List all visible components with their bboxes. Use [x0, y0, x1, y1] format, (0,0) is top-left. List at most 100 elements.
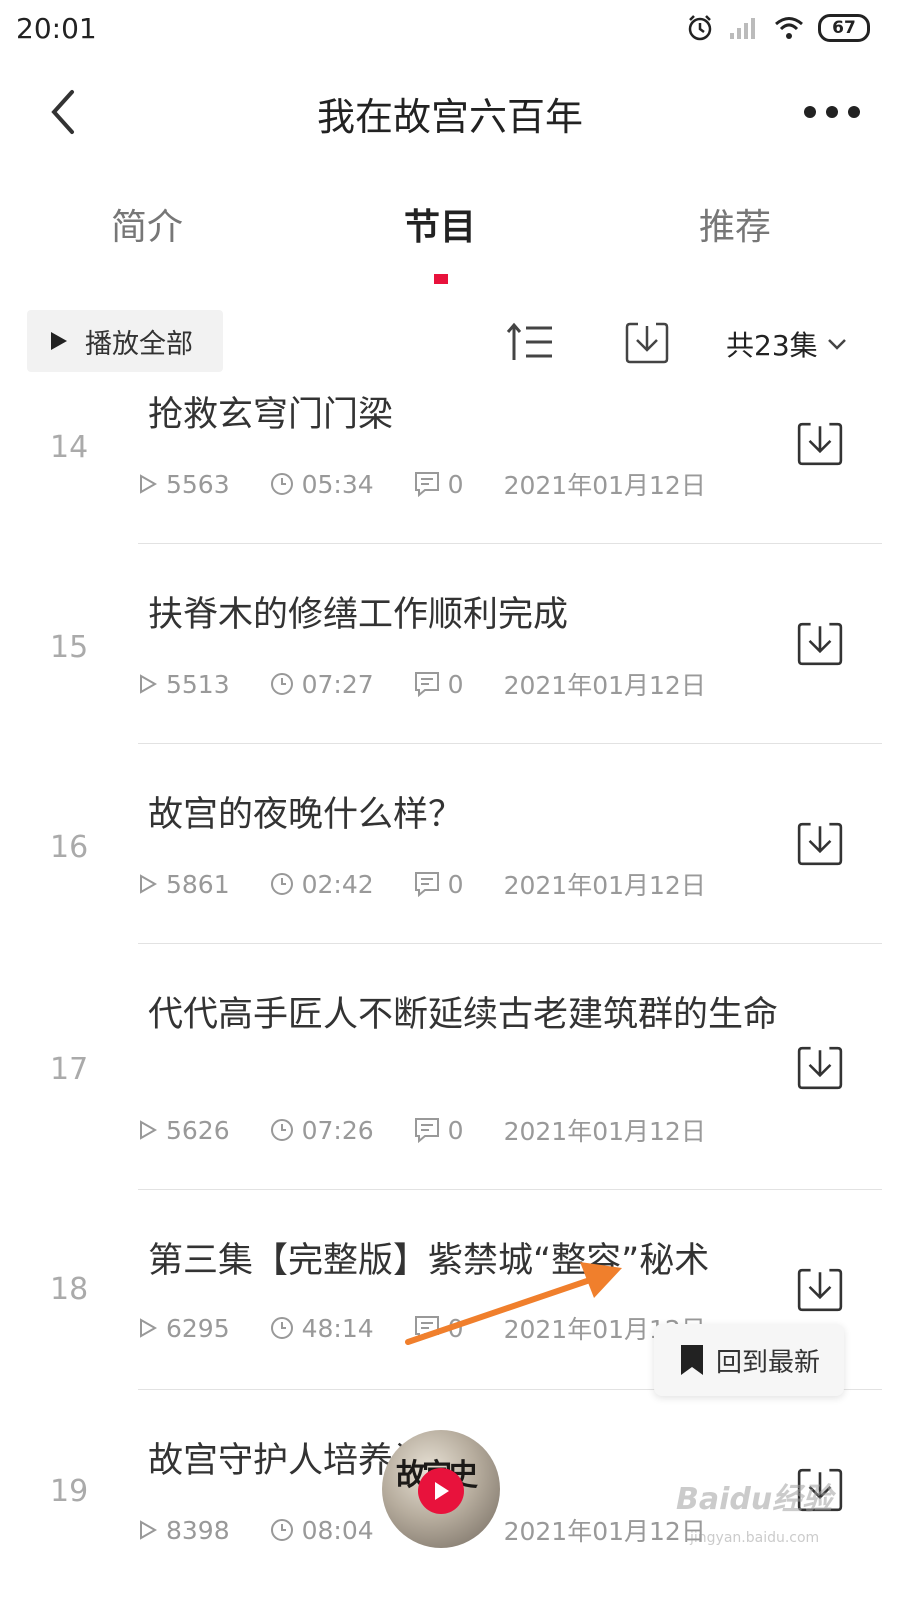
active-tab-indicator: [434, 274, 448, 284]
episode-number: 18: [50, 1272, 89, 1307]
play-count-icon: [140, 1318, 158, 1338]
download-icon: [797, 1268, 843, 1312]
comment-count-value: 0: [447, 869, 464, 899]
play-count: 8398: [138, 1516, 230, 1545]
comment-count: 0: [414, 1314, 464, 1343]
mini-player-play-button[interactable]: [418, 1468, 464, 1514]
comment-count-value: 0: [447, 1313, 464, 1343]
episode-row[interactable]: 14 抢救玄穹门门梁 5563 05:34 0 2021年01月12日: [0, 386, 900, 544]
watermark-url: jingyan.baidu.com: [690, 1530, 820, 1546]
episode-download-button[interactable]: [796, 820, 844, 868]
episode-list: 14 抢救玄穹门门梁 5563 05:34 0 2021年01月12日 15 扶…: [0, 386, 900, 1600]
download-icon: [797, 822, 843, 866]
header: 我在故宫六百年: [0, 62, 900, 162]
comment-icon: [414, 672, 439, 697]
episode-title: 代代高手匠人不断延续古老建筑群的生命: [148, 995, 779, 1035]
clock-icon: [270, 1119, 293, 1141]
comment-count-value: 0: [447, 469, 464, 499]
list-toolbar: 播放全部 共23集: [0, 286, 900, 386]
episode-title: 故宫的夜晚什么样？: [148, 795, 464, 835]
comment-count: 0: [414, 1116, 464, 1145]
episode-download-button[interactable]: [796, 420, 844, 468]
play-count-value: 5513: [166, 669, 230, 699]
episode-download-button[interactable]: [796, 1266, 844, 1314]
play-icon: [51, 332, 67, 350]
play-count-value: 6295: [166, 1313, 230, 1343]
episode-row[interactable]: 17 代代高手匠人不断延续古老建筑群的生命 5626 07:26 0 2021年…: [0, 944, 900, 1190]
episode-meta: 5626 07:26 0 2021年01月12日: [138, 1112, 706, 1148]
episode-title: 第三集【完整版】紫禁城“整容”秘术: [148, 1241, 710, 1281]
tab-intro[interactable]: 简介: [111, 198, 183, 250]
clock-icon: [270, 673, 293, 695]
episode-meta: 5563 05:34 0 2021年01月12日: [138, 466, 706, 502]
play-icon: [435, 1482, 449, 1500]
watermark-logo: Baidu经验: [676, 1482, 833, 1517]
episode-count-label: 共23集: [726, 329, 818, 362]
episode-meta: 6295 48:14 0 2021年01月12日: [138, 1310, 706, 1346]
bookmark-icon: [680, 1345, 703, 1375]
play-count-icon: [140, 474, 158, 494]
play-count-value: 5563: [166, 469, 230, 499]
publish-date: 2021年01月12日: [503, 471, 706, 500]
batch-download-button[interactable]: [624, 320, 670, 366]
episode-number: 16: [50, 830, 89, 865]
back-to-latest-button[interactable]: 回到最新: [654, 1324, 844, 1396]
sort-order-icon: [506, 322, 552, 360]
episode-title: 扶脊木的修缮工作顺利完成: [148, 595, 569, 635]
play-count-value: 5861: [166, 869, 230, 899]
episode-download-button[interactable]: [796, 620, 844, 668]
comment-count: 0: [414, 870, 464, 899]
chevron-down-icon: [827, 339, 846, 350]
alarm-icon: [688, 15, 712, 41]
more-dots-icon: [804, 106, 860, 118]
clock-icon: [270, 473, 293, 495]
episode-meta: 5513 07:27 0 2021年01月12日: [138, 666, 706, 702]
mini-player[interactable]: 故宫史: [382, 1430, 500, 1548]
play-count: 5626: [138, 1116, 230, 1145]
play-count-icon: [140, 1520, 158, 1540]
duration-value: 07:26: [301, 1115, 374, 1145]
episode-title: 抢救玄穹门门梁: [148, 395, 394, 435]
episode-row[interactable]: 15 扶脊木的修缮工作顺利完成 5513 07:27 0 2021年01月12日: [0, 544, 900, 744]
status-bar: 20:01 67: [0, 0, 900, 62]
play-count: 5861: [138, 870, 230, 899]
duration: 07:26: [270, 1116, 374, 1145]
duration-value: 08:04: [301, 1515, 374, 1545]
duration-value: 05:34: [301, 469, 374, 499]
episode-number: 19: [50, 1474, 89, 1509]
back-to-latest-label: 回到最新: [715, 1347, 820, 1378]
play-count-icon: [140, 1120, 158, 1140]
duration-value: 02:42: [301, 869, 374, 899]
page-title: 我在故宫六百年: [316, 95, 583, 139]
play-count: 6295: [138, 1314, 230, 1343]
play-count-value: 5626: [166, 1115, 230, 1145]
publish-date: 2021年01月12日: [503, 1117, 706, 1146]
publish-date: 2021年01月12日: [503, 871, 706, 900]
tab-recommend[interactable]: 推荐: [699, 198, 771, 250]
sort-button[interactable]: [506, 322, 554, 362]
episode-number: 15: [50, 630, 89, 665]
play-all-label: 播放全部: [85, 328, 193, 360]
episode-download-button[interactable]: [796, 1044, 844, 1092]
clock-icon: [270, 1317, 293, 1339]
play-count: 5513: [138, 670, 230, 699]
comment-count-value: 0: [447, 1115, 464, 1145]
tab-bar: 简介 节目 推荐: [0, 162, 900, 287]
episode-number: 17: [50, 1052, 89, 1087]
signal-icon: [730, 18, 755, 39]
episode-count-selector[interactable]: 共23集: [726, 324, 848, 364]
duration: 07:27: [270, 670, 374, 699]
comment-count: 0: [414, 470, 464, 499]
play-count-icon: [140, 674, 158, 694]
tab-programs[interactable]: 节目: [404, 198, 476, 250]
play-all-button[interactable]: 播放全部: [27, 310, 223, 372]
wifi-icon: [775, 17, 803, 39]
comment-icon: [414, 872, 439, 897]
comment-count: 0: [414, 670, 464, 699]
more-button[interactable]: [800, 94, 864, 130]
comment-icon: [414, 1118, 439, 1143]
download-icon: [797, 422, 843, 466]
play-count: 5563: [138, 470, 230, 499]
download-icon: [625, 322, 669, 364]
episode-row[interactable]: 16 故宫的夜晚什么样？ 5861 02:42 0 2021年01月12日: [0, 744, 900, 944]
